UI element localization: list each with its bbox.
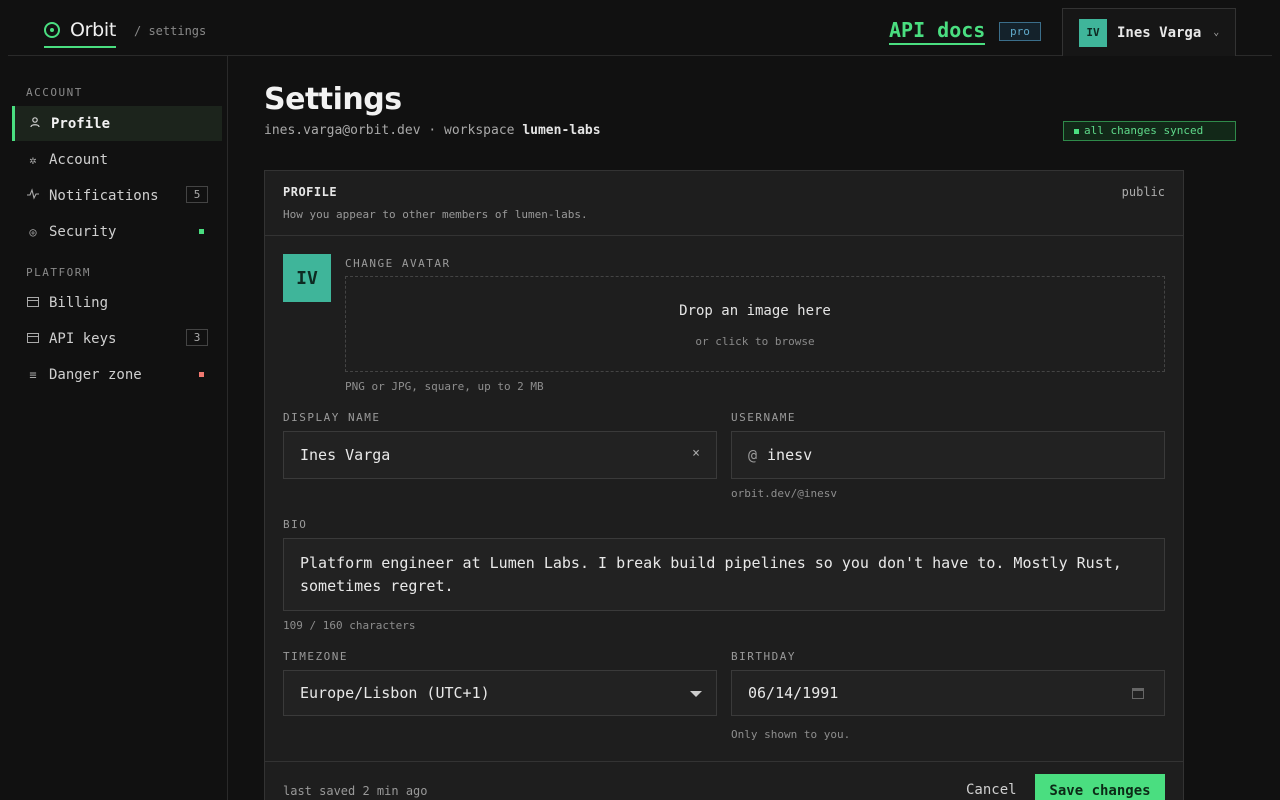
sidebar-item-label: Account xyxy=(49,151,109,168)
key-icon xyxy=(26,332,40,346)
sidebar: ACCOUNT Profile ✲ Account Notifications … xyxy=(8,56,228,800)
save-button[interactable]: Save changes xyxy=(1035,774,1165,800)
avatar-preview: IV xyxy=(283,254,331,302)
sidebar-item-danger-zone[interactable]: ≡ Danger zone xyxy=(12,357,222,392)
card-icon xyxy=(26,296,40,310)
sidebar-item-label: Billing xyxy=(49,294,109,311)
card-footer: last saved 2 min ago Cancel Save changes xyxy=(265,761,1183,800)
sidebar-item-billing[interactable]: Billing xyxy=(12,285,222,320)
profile-card: PROFILE How you appear to other members … xyxy=(264,170,1184,800)
list-icon: ≡ xyxy=(29,367,37,382)
orbit-logo-icon xyxy=(44,22,60,38)
workspace-label: workspace xyxy=(444,123,515,138)
card-title: PROFILE xyxy=(283,185,338,199)
cancel-button[interactable]: Cancel xyxy=(966,782,1017,798)
username-field[interactable]: @ inesv xyxy=(731,431,1165,479)
sidebar-item-label: Notifications xyxy=(49,187,159,204)
avatar-label: CHANGE AVATAR xyxy=(345,257,451,270)
gear-icon: ✲ xyxy=(29,152,37,167)
plan-badge: pro xyxy=(999,22,1041,41)
shield-icon: ◎ xyxy=(29,224,37,239)
card-description: How you appear to other members of lumen… xyxy=(283,208,588,221)
avatar-dropzone[interactable]: Drop an image here or click to browse xyxy=(345,276,1165,372)
separator: · xyxy=(428,123,437,138)
sync-status-badge: all changes synced xyxy=(1063,121,1236,141)
username-url-hint: orbit.dev/@inesv xyxy=(731,487,837,500)
sidebar-item-account[interactable]: ✲ Account xyxy=(12,142,222,177)
pulse-icon xyxy=(26,188,40,203)
user-menu-button[interactable]: IV Ines Varga ⌄ xyxy=(1062,8,1236,56)
username-label: USERNAME xyxy=(731,411,796,424)
dropzone-subtitle: or click to browse xyxy=(695,335,815,348)
notification-count-badge: 5 xyxy=(186,186,208,203)
timezone-label: TIMEZONE xyxy=(283,650,348,663)
api-keys-count-badge: 3 xyxy=(186,329,208,346)
avatar: IV xyxy=(1079,18,1107,47)
brand-name: Orbit xyxy=(70,19,117,41)
username-value: inesv xyxy=(767,446,813,464)
sidebar-item-notifications[interactable]: Notifications 5 xyxy=(12,178,222,213)
sidebar-item-profile[interactable]: Profile xyxy=(12,106,222,141)
account-email: ines.varga@orbit.dev xyxy=(264,123,421,138)
user-name: Ines Varga xyxy=(1117,24,1202,41)
page-subtitle: ines.varga@orbit.dev · workspace lumen-l… xyxy=(264,123,601,138)
birthday-hint: Only shown to you. xyxy=(731,728,851,741)
workspace-name: lumen-labs xyxy=(522,123,601,138)
sidebar-item-label: Profile xyxy=(51,115,111,132)
sidebar-item-label: API keys xyxy=(49,330,117,347)
card-header: PROFILE How you appear to other members … xyxy=(265,171,1183,236)
clear-icon[interactable]: × xyxy=(692,446,700,461)
sidebar-heading-platform: PLATFORM xyxy=(26,266,91,279)
last-saved-text: last saved 2 min ago xyxy=(283,784,428,798)
status-dot-green xyxy=(199,229,204,234)
dropdown-caret-icon xyxy=(690,691,702,697)
status-dot-red xyxy=(199,372,204,377)
birthday-date-input[interactable]: 06/14/1991 xyxy=(731,670,1165,716)
page-title: Settings xyxy=(264,82,402,117)
visibility-tag: public xyxy=(1121,185,1165,199)
display-name-label: DISPLAY NAME xyxy=(283,411,381,424)
birthday-label: BIRTHDAY xyxy=(731,650,796,663)
sidebar-heading-account: ACCOUNT xyxy=(26,86,83,99)
at-prefix: @ xyxy=(748,446,758,464)
birthday-value: 06/14/1991 xyxy=(748,684,839,702)
timezone-select[interactable]: Europe/Lisbon (UTC+1) xyxy=(283,670,717,716)
dropzone-title: Drop an image here xyxy=(679,303,831,319)
sidebar-item-label: Danger zone xyxy=(49,366,142,383)
timezone-value: Europe/Lisbon (UTC+1) xyxy=(300,684,490,702)
main-content: Settings ines.varga@orbit.dev · workspac… xyxy=(229,56,1280,800)
breadcrumb: / settings xyxy=(134,24,207,38)
display-name-field[interactable]: Ines Varga × xyxy=(283,431,717,479)
avatar-hint: PNG or JPG, square, up to 2 MB xyxy=(345,380,544,393)
bio-char-count: 109 / 160 characters xyxy=(283,619,416,632)
sidebar-item-security[interactable]: ◎ Security xyxy=(12,214,222,249)
top-bar: Orbit / settings API docs pro IV Ines Va… xyxy=(8,0,1272,56)
chevron-down-icon: ⌄ xyxy=(1213,27,1220,38)
user-icon xyxy=(28,116,42,131)
api-docs-link[interactable]: API docs xyxy=(889,18,986,45)
bio-label: BIO xyxy=(283,518,308,531)
bio-textarea[interactable]: Platform engineer at Lumen Labs. I break… xyxy=(283,538,1165,611)
display-name-value: Ines Varga xyxy=(300,446,391,464)
brand-logo[interactable]: Orbit xyxy=(44,16,116,48)
calendar-icon[interactable] xyxy=(1132,688,1144,699)
sidebar-item-api-keys[interactable]: API keys 3 xyxy=(12,321,222,356)
sidebar-item-label: Security xyxy=(49,223,117,240)
